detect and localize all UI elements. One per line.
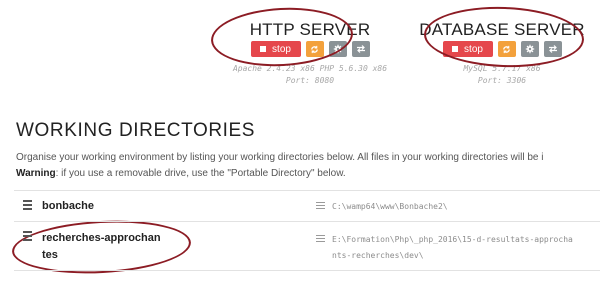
http-server-versions: Apache 2.4.23 x86 PHP 5.6.30 x86 [232,64,388,73]
http-server-port: Port: 8080 [285,76,335,85]
directory-name: recherches-approchan tes [42,230,162,264]
directory-path-line: E:\Formation\Php\_php_2016\15-d-resultat… [332,235,573,244]
hamburger-icon[interactable] [23,231,32,243]
list-icon [316,235,325,244]
list-icon [316,202,325,211]
working-directories-title: WORKING DIRECTORIES [16,120,256,141]
directory-path-line: nts-recherches\dev\ [332,251,424,260]
description-line: Organise your working environment by lis… [16,152,544,163]
http-server-meta: Apache 2.4.23 x86 PHP 5.6.30 x86 Port: 8… [205,63,415,87]
table-row[interactable]: recherches-approchan tes E:\Formation\Ph… [14,222,600,271]
directory-name-line: tes [42,249,58,261]
directory-name-line: recherches-approchan [42,232,161,244]
working-directories-description: Organise your working environment by lis… [16,150,543,182]
directory-name: bonbache [42,200,94,212]
warning-text: : if you use a removable drive, use the … [55,168,346,179]
swap-icon [356,45,365,53]
directory-path: C:\wamp64\www\Bonbache2\ [332,202,448,211]
database-server-port: Port: 3306 [477,76,527,85]
warning-line: Warning: if you use a removable drive, u… [16,166,543,182]
directories-table: bonbache C:\wamp64\www\Bonbache2\ recher… [14,190,600,271]
http-switch-button[interactable] [351,41,370,57]
hamburger-icon[interactable] [23,200,32,212]
warning-label: Warning [16,168,56,179]
table-row[interactable]: bonbache C:\wamp64\www\Bonbache2\ [14,191,600,222]
directory-path: E:\Formation\Php\_php_2016\15-d-resultat… [332,232,573,264]
